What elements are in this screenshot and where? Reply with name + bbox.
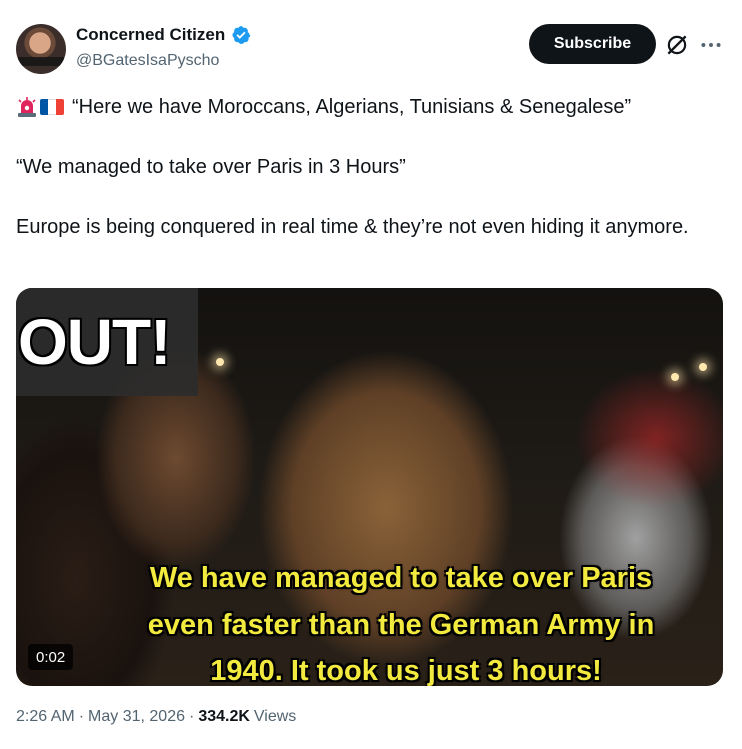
video-duration-badge: 0:02 [28, 644, 74, 670]
video-overlay-text: OUT! [18, 306, 171, 378]
street-light [699, 363, 707, 371]
siren-emoji-icon [18, 97, 36, 117]
tweet: Concerned Citizen @BGatesIsaPyscho Subsc… [0, 0, 742, 749]
views-count[interactable]: 334.2K [198, 708, 250, 726]
avatar[interactable] [16, 24, 66, 74]
video-subtitle-line-2: even faster than the German Army in [147, 609, 655, 641]
post-date[interactable]: May 31, 2026 [88, 708, 185, 726]
post-text-quote-1: “Here we have Moroccans, Algerians, Tuni… [72, 96, 632, 118]
display-name[interactable]: Concerned Citizen [76, 25, 225, 45]
more-icon[interactable] [698, 32, 724, 58]
post-text-line-2: “We managed to take over Paris in 3 Hour… [16, 156, 406, 178]
meta-separator: · [78, 708, 85, 725]
subscribe-button[interactable]: Subscribe [529, 24, 656, 64]
post-time[interactable]: 2:26 AM [16, 708, 75, 726]
france-flag-emoji-icon [40, 99, 64, 115]
video-subtitle-line-3: 1940. It took us just 3 hours! [210, 655, 602, 686]
video-subtitle-line-1: We have managed to take over Paris [149, 562, 653, 594]
post-metadata: 2:26 AM · May 31, 2026 · 334.2K Views [16, 708, 296, 726]
post-text-line-1: “Here we have Moroccans, Algerians, Tuni… [16, 92, 716, 122]
author-name-row: Concerned Citizen [76, 25, 251, 45]
street-light [216, 358, 224, 366]
post-text-line-3: Europe is being conquered in real time &… [16, 216, 689, 238]
grok-icon[interactable] [664, 32, 690, 58]
video-overlay-box: OUT! [16, 288, 198, 396]
verified-badge-icon[interactable] [231, 25, 251, 45]
street-light [671, 373, 679, 381]
views-label: Views [253, 708, 297, 725]
meta-separator: · [188, 708, 195, 725]
video-player[interactable]: OUT! We have managed to take over Paris … [16, 288, 723, 686]
author-handle[interactable]: @BGatesIsaPyscho [76, 52, 219, 70]
